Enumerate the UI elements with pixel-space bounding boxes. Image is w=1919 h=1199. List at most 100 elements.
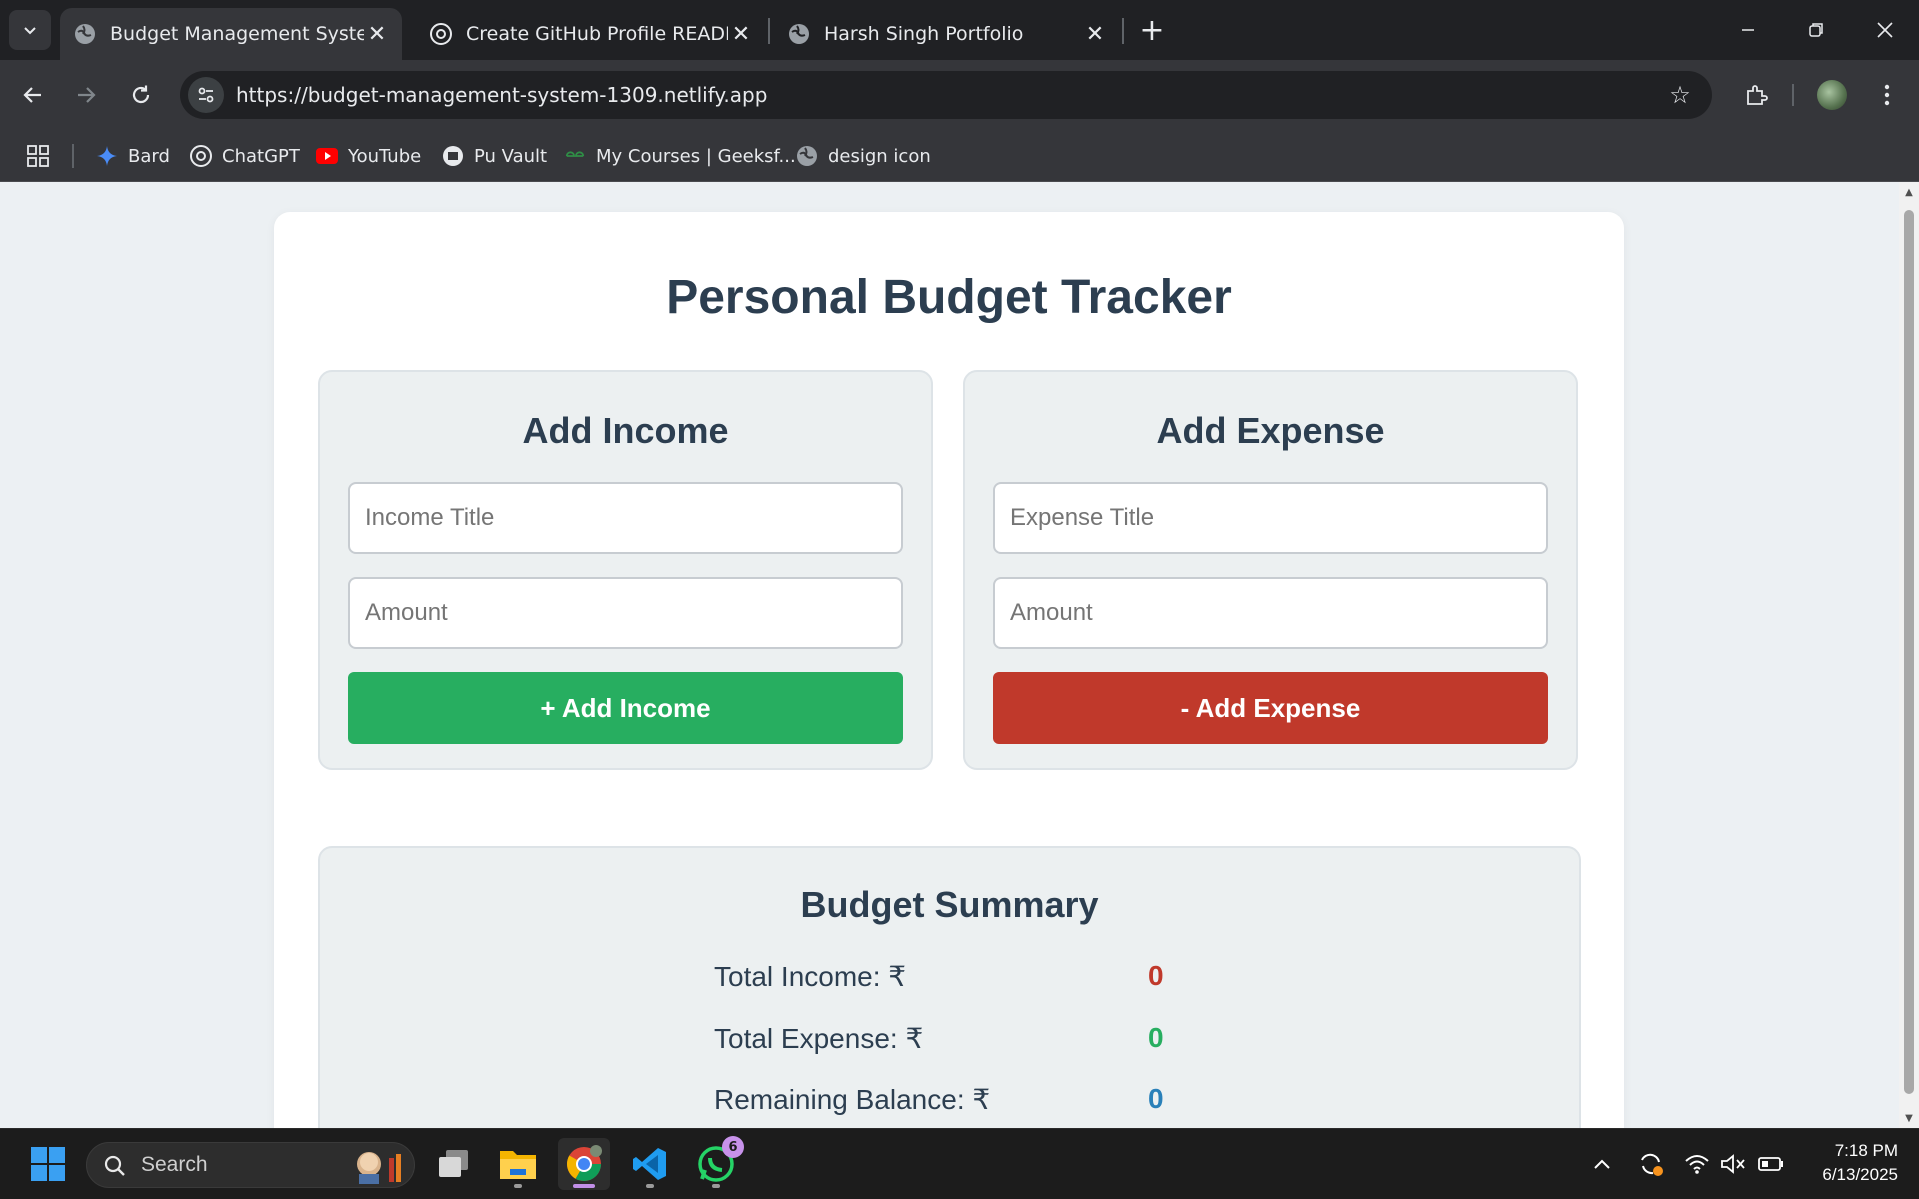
- bookmark-youtube[interactable]: YouTube: [316, 140, 421, 172]
- more-vertical-icon: [1884, 84, 1890, 106]
- total-expense-row: Total Expense: ₹ 0: [714, 1022, 1214, 1062]
- bookmark-label: YouTube: [348, 145, 422, 167]
- new-tab-button[interactable]: +: [1136, 13, 1168, 48]
- whatsapp-app[interactable]: 6: [690, 1136, 744, 1190]
- volume-button[interactable]: [1718, 1149, 1748, 1179]
- expense-panel: Add Expense - Add Expense: [963, 370, 1578, 770]
- chevron-up-icon: [1594, 1159, 1610, 1169]
- bookmark-pu-vault[interactable]: Pu Vault: [442, 140, 547, 172]
- tune-icon: [198, 87, 214, 103]
- expense-title-input[interactable]: [993, 482, 1548, 554]
- tab-budget-management[interactable]: Budget Management System ✕: [60, 8, 402, 60]
- page-scrollbar[interactable]: ▲ ▼: [1899, 182, 1919, 1128]
- running-indicator: [514, 1184, 522, 1188]
- chrome-app[interactable]: [558, 1138, 610, 1190]
- reload-button[interactable]: [121, 75, 161, 115]
- bookmark-label: My Courses | Geeksf...: [596, 145, 796, 167]
- browser-menu-button[interactable]: [1867, 75, 1907, 115]
- tab-harsh-portfolio[interactable]: Harsh Singh Portfolio ✕: [774, 8, 1120, 60]
- add-expense-button[interactable]: - Add Expense: [993, 672, 1548, 744]
- summary-heading: Budget Summary: [800, 884, 1099, 925]
- bookmark-label: Bard: [128, 145, 170, 167]
- tab-github-readme[interactable]: Create GitHub Profile README ✕: [416, 8, 766, 60]
- back-button[interactable]: [13, 75, 53, 115]
- bookmark-label: ChatGPT: [222, 145, 300, 167]
- minimize-button[interactable]: [1714, 0, 1782, 60]
- windows-taskbar: Search 6 7:18 PM 6/13/2025: [0, 1128, 1919, 1199]
- total-income-value: 0: [1148, 960, 1164, 991]
- remaining-balance-label: Remaining Balance: ₹: [714, 1084, 991, 1115]
- arrow-right-icon: [78, 87, 96, 103]
- search-icon: [104, 1155, 125, 1176]
- taskbar-search[interactable]: Search: [86, 1142, 415, 1188]
- extensions-button[interactable]: [1736, 75, 1776, 115]
- scroll-up-arrow-icon[interactable]: ▲: [1903, 186, 1915, 198]
- chrome-icon: [567, 1145, 602, 1181]
- scroll-down-arrow-icon[interactable]: ▼: [1903, 1112, 1915, 1124]
- puzzle-icon: [1747, 85, 1768, 105]
- system-clock[interactable]: 7:18 PM 6/13/2025: [1798, 1139, 1898, 1187]
- active-indicator: [573, 1184, 595, 1188]
- budget-tracker-card: Personal Budget Tracker Add Income + Add…: [274, 212, 1624, 1128]
- bookmark-bard[interactable]: Bard: [96, 140, 170, 172]
- restore-button[interactable]: [1782, 0, 1850, 60]
- total-income-row: Total Income: ₹ 0: [714, 960, 1214, 1000]
- add-income-button[interactable]: + Add Income: [348, 672, 903, 744]
- bookmark-geeksforgeeks[interactable]: My Courses | Geeksf...: [564, 140, 796, 172]
- remaining-balance-value: 0: [1148, 1083, 1164, 1114]
- address-bar[interactable]: https://budget-management-system-1309.ne…: [180, 71, 1712, 119]
- globe-icon: [74, 23, 96, 45]
- apps-grid-icon[interactable]: [26, 144, 50, 168]
- bookmark-label: Pu Vault: [474, 145, 548, 167]
- income-amount-input[interactable]: [348, 577, 903, 649]
- bookmark-star-icon[interactable]: ☆: [1666, 81, 1694, 109]
- battery-button[interactable]: [1756, 1149, 1786, 1179]
- url-text[interactable]: https://budget-management-system-1309.ne…: [236, 83, 767, 107]
- chatgpt-icon: [190, 145, 212, 167]
- browser-tab-strip: Budget Management System ✕ Create GitHub…: [0, 0, 1919, 60]
- bookmark-design-icon[interactable]: design icon: [796, 140, 931, 172]
- show-hidden-icons-button[interactable]: [1587, 1149, 1617, 1179]
- forward-button[interactable]: [66, 75, 106, 115]
- site-info-button[interactable]: [188, 77, 224, 113]
- close-window-button[interactable]: [1851, 0, 1919, 60]
- bard-icon: [96, 145, 118, 167]
- file-explorer-app[interactable]: [492, 1138, 544, 1190]
- page-viewport: Personal Budget Tracker Add Income + Add…: [0, 182, 1919, 1128]
- task-view-icon: [439, 1150, 468, 1177]
- windows-logo-icon: [31, 1147, 65, 1181]
- wifi-button[interactable]: [1682, 1149, 1712, 1179]
- close-tab-icon[interactable]: ✕: [364, 21, 390, 47]
- close-icon: [1877, 22, 1893, 38]
- expense-amount-input[interactable]: [993, 577, 1548, 649]
- start-button[interactable]: [22, 1138, 74, 1190]
- tab-title: Budget Management System: [110, 23, 364, 45]
- sync-icon: [1641, 1153, 1663, 1176]
- close-tab-icon[interactable]: ✕: [728, 21, 754, 47]
- search-highlight-icon: [357, 1152, 401, 1184]
- income-title-input[interactable]: [348, 482, 903, 554]
- profile-avatar[interactable]: [1817, 80, 1847, 110]
- scroll-thumb[interactable]: [1904, 210, 1914, 1094]
- total-income-label: Total Income: ₹: [714, 961, 907, 992]
- youtube-icon: [316, 145, 338, 167]
- close-tab-icon[interactable]: ✕: [1082, 21, 1108, 47]
- tab-search-button[interactable]: [9, 10, 51, 50]
- total-expense-value: 0: [1148, 1022, 1164, 1053]
- folder-icon: [500, 1151, 536, 1179]
- volume-muted-icon: [1721, 1154, 1745, 1174]
- task-view-button[interactable]: [428, 1138, 480, 1190]
- vscode-app[interactable]: [624, 1138, 676, 1190]
- clock-date: 6/13/2025: [1822, 1165, 1898, 1184]
- expense-heading: Add Expense: [1156, 410, 1385, 451]
- globe-icon: [788, 23, 810, 45]
- search-label: Search: [141, 1153, 208, 1176]
- total-expense-label: Total Expense: ₹: [714, 1023, 924, 1054]
- sync-status-button[interactable]: [1636, 1149, 1666, 1179]
- income-heading: Add Income: [522, 410, 729, 451]
- chatgpt-icon: [430, 23, 452, 45]
- bookmarks-bar: Bard ChatGPT YouTube Pu Vault My Courses…: [0, 130, 1919, 182]
- battery-icon: [1758, 1157, 1783, 1171]
- geeksforgeeks-icon: [564, 145, 586, 167]
- bookmark-chatgpt[interactable]: ChatGPT: [190, 140, 300, 172]
